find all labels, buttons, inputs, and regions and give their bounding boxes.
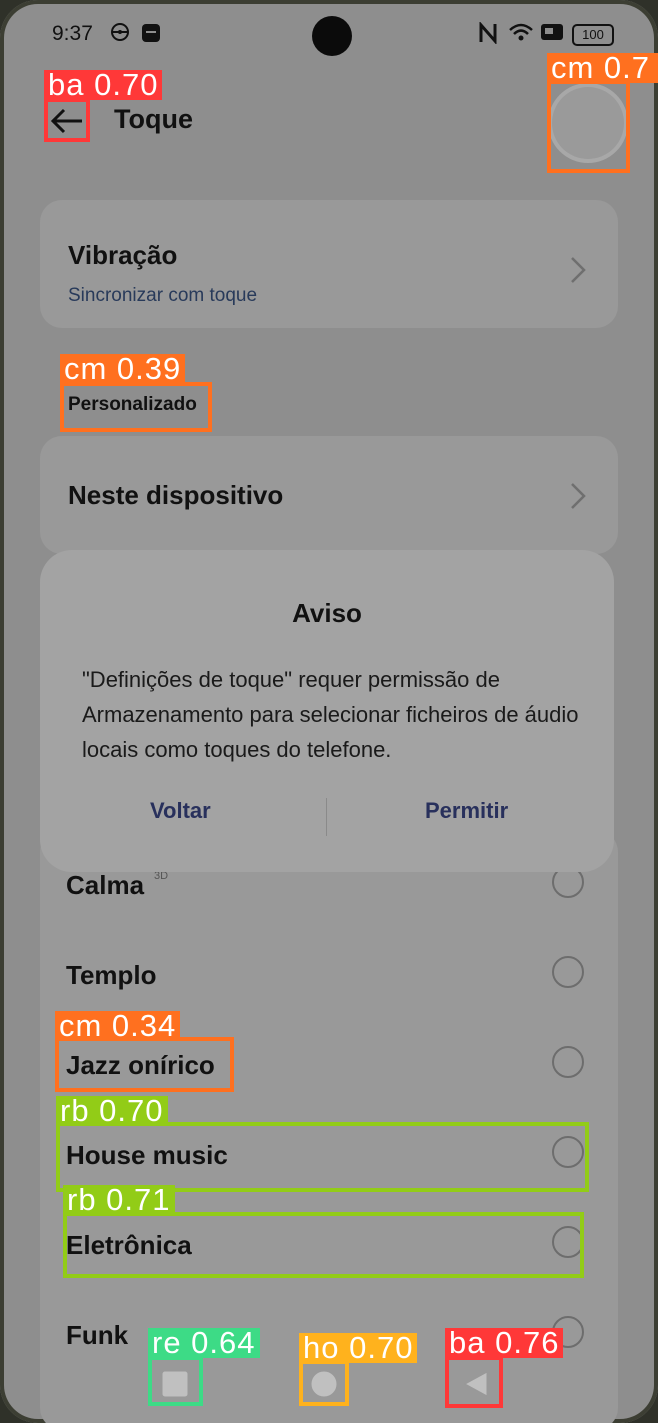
detection-label: ba 0.70 <box>44 69 163 100</box>
dialog-divider <box>326 798 327 836</box>
front-camera <box>312 16 352 56</box>
radio-button[interactable] <box>552 1046 584 1078</box>
radio-button[interactable] <box>552 956 584 988</box>
detection-label: ba 0.76 <box>445 1327 564 1358</box>
dialog-title: Aviso <box>292 598 362 628</box>
card-icon <box>540 22 564 47</box>
vibration-setting[interactable]: Vibração Sincronizar com toque <box>40 200 618 328</box>
chevron-right-icon <box>570 256 586 292</box>
page-title: Toque <box>114 104 193 134</box>
detection-box <box>148 1356 203 1406</box>
back-dialog-button[interactable]: Voltar <box>150 798 211 824</box>
chevron-right-icon <box>570 482 586 518</box>
detection-label: rb 0.71 <box>63 1184 175 1215</box>
on-device-setting[interactable]: Neste dispositivo <box>40 436 618 554</box>
on-device-label: Neste dispositivo <box>68 480 284 510</box>
ringtone-label: Calma <box>66 870 145 900</box>
permission-dialog: Aviso "Definições de toque" requer permi… <box>40 550 614 872</box>
message-icon <box>140 22 162 49</box>
status-time: 9:37 <box>52 22 93 45</box>
steering-wheel-icon <box>110 22 130 47</box>
vibration-title: Vibração <box>68 240 178 270</box>
detection-box <box>445 1356 503 1408</box>
dialog-message: "Definições de toque" requer permissão d… <box>82 667 579 762</box>
battery-indicator: 100 <box>572 24 614 46</box>
detection-label: cm 0.39 <box>60 353 186 384</box>
detection-label: cm 0.34 <box>55 1010 181 1041</box>
detection-label: re 0.64 <box>148 1327 260 1358</box>
ringtone-label: Funk <box>66 1320 129 1350</box>
detection-box <box>547 80 630 173</box>
ringtone-item[interactable]: Templo <box>66 936 596 1016</box>
detection-box <box>55 1037 234 1092</box>
detection-label: cm 0.7 <box>547 53 658 83</box>
detection-box <box>299 1360 349 1406</box>
nfc-icon <box>478 21 498 49</box>
ringtone-label: Templo <box>66 960 157 990</box>
detection-box <box>60 382 212 432</box>
detection-box <box>63 1212 584 1278</box>
vibration-subtitle: Sincronizar com toque <box>68 285 258 306</box>
detection-label: rb 0.70 <box>56 1095 168 1126</box>
detection-box <box>44 98 90 142</box>
detection-label: ho 0.70 <box>299 1332 418 1363</box>
wifi-icon <box>508 22 534 47</box>
allow-button[interactable]: Permitir <box>425 798 508 824</box>
